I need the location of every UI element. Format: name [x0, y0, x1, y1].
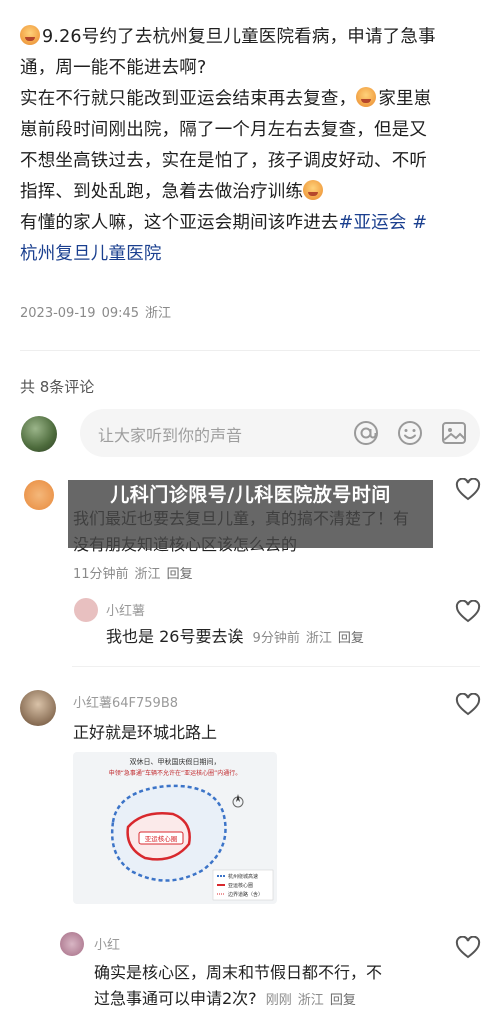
- like-heart-icon[interactable]: [455, 478, 481, 502]
- comment-text: 我也是 26号要去诶 9分钟前 浙江 回复: [106, 624, 370, 652]
- map-image[interactable]: 双休日、甲秋国庆假日期间， 申领“急事通”车辆不允许在“亚运核心圈”内通行。 亚…: [73, 752, 277, 904]
- reply-button[interactable]: 回复: [330, 993, 356, 1008]
- overlay-title: 儿科门诊限号/儿科医院放号时间: [110, 484, 391, 506]
- post-line: 家里崽: [378, 89, 432, 109]
- post-meta: 2023-09-19 09:45 浙江: [20, 302, 177, 321]
- comment-meta: 刚刚 浙江 回复: [266, 993, 362, 1008]
- map-header-line2: 申领“急事通”车辆不允许在“亚运核心圈”内通行。: [109, 769, 241, 777]
- avatar[interactable]: [24, 480, 54, 510]
- reply-button[interactable]: 回复: [167, 567, 193, 582]
- like-heart-icon[interactable]: [455, 693, 481, 717]
- post-line: 不想坐高铁过去，实在是怕了，孩子调皮好动、不听: [20, 151, 428, 171]
- comment-meta: 9分钟前 浙江 回复: [253, 631, 370, 646]
- map-legend-item: 亚运核心圈: [228, 882, 253, 889]
- hashtag-link[interactable]: #亚运会 #: [339, 213, 428, 233]
- map-ring-label: 亚运核心圈: [145, 834, 178, 843]
- avatar[interactable]: [60, 932, 84, 956]
- post-line: 通，周一能不能进去啊?: [20, 58, 207, 78]
- post-location: 浙江: [145, 306, 172, 321]
- comment-text-line: 过急事通可以申请2次?: [94, 989, 257, 1008]
- comment-time: 9分钟前: [252, 631, 300, 646]
- map-legend-item: 边界道路（含）: [228, 891, 263, 898]
- post-line: 9.26号约了去杭州复旦儿童医院看病，申请了急事: [42, 27, 436, 47]
- comment-author: 小红薯: [106, 604, 146, 619]
- hashtag-link[interactable]: 杭州复旦儿童医院: [20, 244, 162, 264]
- comment-location: 浙江: [134, 567, 161, 582]
- comment-input[interactable]: 让大家听到你的声音: [80, 409, 480, 457]
- post-line: 崽前段时间刚出院，隔了一个月左右去复查，但是又: [20, 120, 428, 140]
- comment-text: 正好就是环城北路上: [73, 723, 218, 742]
- post-date: 2023-09-19: [20, 306, 96, 321]
- at-icon[interactable]: [352, 419, 380, 447]
- sad-face-emoji-icon: [303, 180, 324, 200]
- map-header-line1: 双休日、甲秋国庆假日期间，: [130, 757, 221, 766]
- comment-text-body: 我也是 26号要去诶: [106, 627, 244, 646]
- image-icon[interactable]: [440, 419, 468, 447]
- divider: [72, 666, 480, 667]
- sad-face-emoji-icon: [356, 87, 377, 107]
- map-legend-item: 杭州绕城高速: [228, 873, 258, 880]
- comment-text-line: 确实是核心区，周末和节假日都不行，不: [94, 963, 383, 982]
- divider: [20, 350, 480, 351]
- post-line: 指挥、到处乱跑，急着去做治疗训练: [20, 182, 304, 202]
- comment-author: 小红薯64F759B8: [73, 696, 179, 711]
- comment-location: 浙江: [297, 993, 324, 1008]
- emoji-icon[interactable]: [396, 419, 424, 447]
- sad-face-emoji-icon: [20, 25, 40, 45]
- comment-input-placeholder: 让大家听到你的声音: [98, 426, 243, 445]
- avatar[interactable]: [20, 690, 56, 726]
- comment-meta: 11分钟前 浙江 回复: [73, 563, 199, 582]
- comment-time: 刚刚: [265, 993, 292, 1008]
- reply-button[interactable]: 回复: [338, 631, 364, 646]
- like-heart-icon[interactable]: [455, 936, 481, 960]
- post-line: 有懂的家人嘛，这个亚运会期间该咋进去: [20, 213, 339, 233]
- comment-text: 确实是核心区，周末和节假日都不行，不 过急事通可以申请2次? 刚刚 浙江 回复: [94, 960, 444, 1014]
- avatar[interactable]: [21, 416, 57, 452]
- comment-location: 浙江: [305, 631, 332, 646]
- post-line: 实在不行就只能改到亚运会结束再去复查，: [20, 89, 357, 109]
- like-heart-icon[interactable]: [455, 600, 481, 624]
- comment-author: 小红: [94, 938, 121, 953]
- post-content: 9.26号约了去杭州复旦儿童医院看病，申请了急事 通，周一能不能进去啊? 实在不…: [20, 22, 480, 270]
- comment-count: 共 8条评论: [20, 378, 95, 396]
- post-time: 09:45: [101, 306, 140, 321]
- comment-time: 11分钟前: [73, 567, 129, 582]
- avatar[interactable]: [74, 598, 98, 622]
